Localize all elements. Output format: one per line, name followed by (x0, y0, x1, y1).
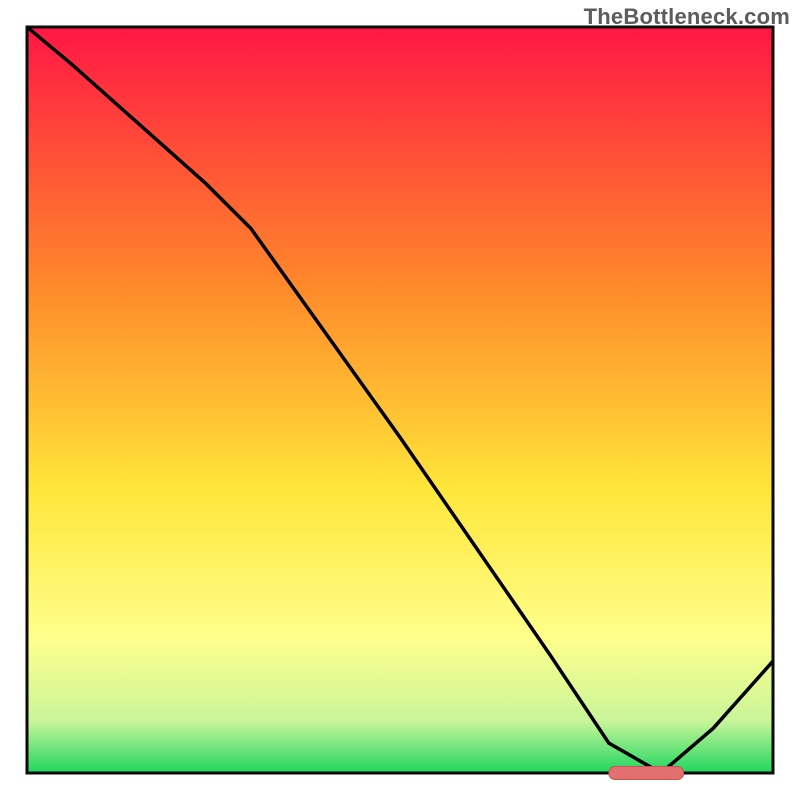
bottleneck-chart (0, 0, 800, 800)
chart-container: TheBottleneck.com (0, 0, 800, 800)
plot-background (27, 27, 773, 773)
watermark-text: TheBottleneck.com (584, 4, 790, 30)
optimal-range-marker (609, 767, 684, 780)
